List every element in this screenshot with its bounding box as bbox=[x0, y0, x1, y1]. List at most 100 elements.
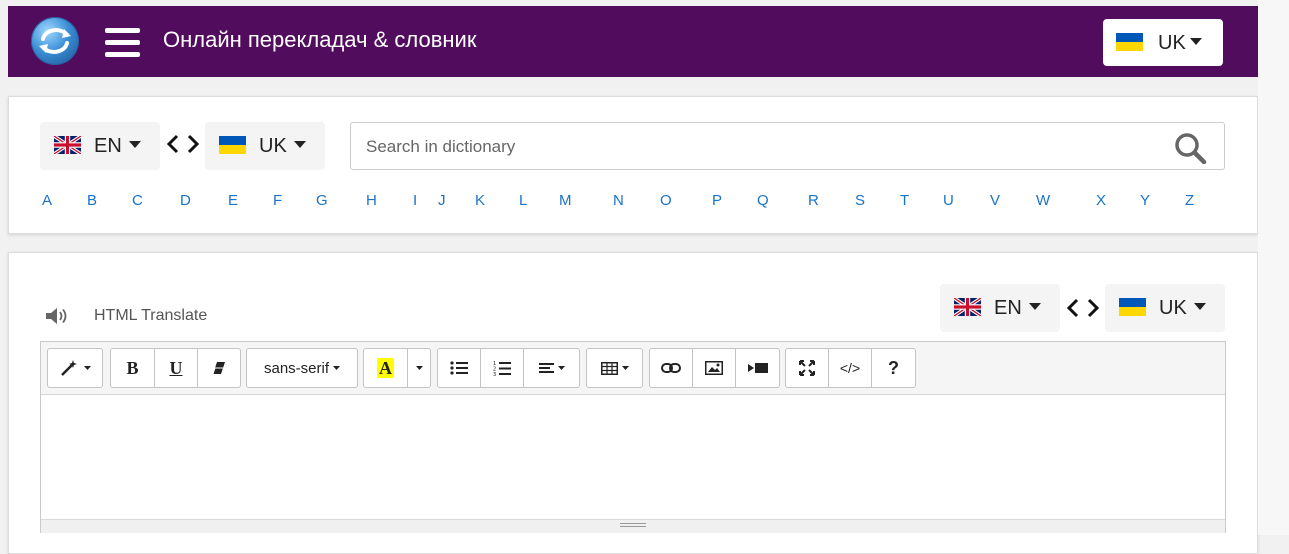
toolbar-group-color: A bbox=[363, 348, 431, 388]
insert-video-button[interactable] bbox=[736, 349, 779, 387]
alphabet-letter-link[interactable]: I bbox=[413, 192, 417, 209]
uk-flag-icon bbox=[54, 136, 81, 154]
alphabet-letter-link[interactable]: A bbox=[42, 192, 52, 209]
numbered-list-icon: 1 2 3 bbox=[493, 361, 511, 376]
alphabet-letter-link[interactable]: X bbox=[1096, 192, 1106, 209]
table-icon bbox=[600, 361, 618, 375]
caret-down-icon bbox=[294, 141, 306, 148]
speaker-icon[interactable] bbox=[45, 307, 71, 325]
alphabet-letter-link[interactable]: Z bbox=[1185, 192, 1194, 209]
alphabet-letter-link[interactable]: J bbox=[438, 192, 446, 209]
alphabet-letter-link[interactable]: E bbox=[228, 192, 238, 209]
alphabet-letter-link[interactable]: U bbox=[943, 192, 954, 209]
app-logo-icon[interactable] bbox=[31, 17, 79, 65]
alphabet-letter-link[interactable]: T bbox=[900, 192, 909, 209]
caret-down-icon bbox=[1194, 303, 1206, 310]
numbered-list-button[interactable]: 1 2 3 bbox=[481, 349, 524, 387]
toolbar-group-paragraph: 1 2 3 bbox=[437, 348, 580, 388]
alphabet-letter-link[interactable]: O bbox=[660, 192, 672, 209]
underline-button[interactable]: U bbox=[155, 349, 198, 387]
ukraine-flag-icon bbox=[1116, 33, 1143, 51]
source-language-selector[interactable]: EN bbox=[40, 122, 160, 170]
page-scrollbar-area bbox=[1258, 0, 1289, 535]
caret-down-icon bbox=[621, 365, 629, 370]
alphabet-letter-link[interactable]: P bbox=[712, 192, 722, 209]
alphabet-letter-link[interactable]: C bbox=[132, 192, 143, 209]
target-language-code: UK bbox=[259, 135, 287, 157]
alphabet-letter-link[interactable]: S bbox=[855, 192, 865, 209]
alphabet-letter-link[interactable]: K bbox=[475, 192, 485, 209]
alphabet-letter-link[interactable]: Q bbox=[757, 192, 769, 209]
alphabet-letter-link[interactable]: L bbox=[519, 192, 527, 209]
caret-down-icon bbox=[333, 365, 341, 370]
site-title: Онлайн перекладач & словник bbox=[163, 27, 477, 52]
highlight-color-dropdown[interactable] bbox=[408, 349, 430, 387]
code-view-button[interactable]: </> bbox=[829, 349, 872, 387]
alphabet-letter-link[interactable]: G bbox=[316, 192, 328, 209]
video-icon bbox=[747, 363, 768, 373]
alphabet-letter-link[interactable]: F bbox=[273, 192, 282, 209]
toolbar-group-table bbox=[586, 348, 643, 388]
paragraph-align-dropdown[interactable] bbox=[524, 349, 579, 387]
editor-source-language-code: EN bbox=[994, 297, 1022, 319]
toolbar-group-view: </> ? bbox=[785, 348, 916, 388]
alphabet-letter-link[interactable]: D bbox=[180, 192, 191, 209]
editor-toolbar: B U sans-serif A 1 2 3 </> ? bbox=[41, 342, 1225, 395]
alphabet-letter-link[interactable]: V bbox=[990, 192, 1000, 209]
clear-format-button[interactable] bbox=[198, 349, 240, 387]
highlight-color-button[interactable]: A bbox=[364, 349, 408, 387]
search-icon[interactable] bbox=[1174, 132, 1208, 164]
swap-languages-icon[interactable] bbox=[166, 132, 200, 163]
caret-down-icon bbox=[83, 365, 91, 370]
alphabet-letter-link[interactable]: R bbox=[808, 192, 819, 209]
source-language-code: EN bbox=[94, 135, 122, 157]
toolbar-group-format: B U bbox=[110, 348, 241, 388]
insert-image-button[interactable] bbox=[693, 349, 736, 387]
link-icon bbox=[661, 363, 681, 373]
caret-down-icon bbox=[1029, 303, 1041, 310]
top-header: Онлайн перекладач & словник UK bbox=[8, 6, 1258, 77]
fullscreen-icon bbox=[799, 360, 815, 376]
caret-down-icon bbox=[129, 141, 141, 148]
alphabet-index: A B C D E F G H I J K L M N O P Q R S T U V W X Y Z bbox=[9, 192, 1257, 212]
caret-down-icon bbox=[415, 365, 423, 370]
html-translate-label: HTML Translate bbox=[94, 307, 208, 324]
editor-resize-handle[interactable] bbox=[41, 519, 1225, 533]
hamburger-menu-icon[interactable] bbox=[105, 28, 140, 58]
bullet-list-button[interactable] bbox=[438, 349, 481, 387]
site-language-selector[interactable]: UK bbox=[1103, 19, 1223, 66]
alphabet-letter-link[interactable]: W bbox=[1036, 192, 1050, 209]
alphabet-letter-link[interactable]: M bbox=[559, 192, 572, 209]
font-family-value: sans-serif bbox=[263, 359, 330, 377]
insert-link-button[interactable] bbox=[650, 349, 693, 387]
bullet-list-icon bbox=[450, 361, 468, 375]
insert-table-dropdown[interactable] bbox=[587, 349, 642, 387]
ukraine-flag-icon bbox=[219, 136, 246, 154]
search-input[interactable] bbox=[364, 133, 1148, 161]
ukraine-flag-icon bbox=[1119, 298, 1146, 316]
image-icon bbox=[705, 361, 723, 375]
dictionary-search-box bbox=[350, 122, 1225, 170]
fullscreen-button[interactable] bbox=[786, 349, 829, 387]
html-translate-panel: HTML Translate EN UK B U sans-serif A 1 … bbox=[8, 252, 1258, 554]
target-language-selector[interactable]: UK bbox=[205, 122, 325, 170]
bold-button[interactable]: B bbox=[111, 349, 155, 387]
alphabet-letter-link[interactable]: Y bbox=[1140, 192, 1150, 209]
uk-flag-icon bbox=[954, 298, 981, 316]
toolbar-group-insert bbox=[649, 348, 780, 388]
editor-source-language-selector[interactable]: EN bbox=[940, 284, 1060, 332]
site-language-code: UK bbox=[1158, 32, 1186, 54]
editor-target-language-selector[interactable]: UK bbox=[1105, 284, 1225, 332]
editor-swap-languages-icon[interactable] bbox=[1066, 296, 1100, 327]
help-button[interactable]: ? bbox=[872, 349, 915, 387]
toolbar-group-font: sans-serif bbox=[246, 348, 358, 388]
font-family-dropdown[interactable]: sans-serif bbox=[247, 349, 357, 387]
svg-text:3: 3 bbox=[493, 372, 496, 376]
editor-target-language-code: UK bbox=[1159, 297, 1187, 319]
alphabet-letter-link[interactable]: B bbox=[87, 192, 97, 209]
style-button[interactable] bbox=[48, 349, 102, 387]
editor-content-area[interactable] bbox=[41, 395, 1225, 519]
alphabet-letter-link[interactable]: H bbox=[366, 192, 377, 209]
toolbar-group-style bbox=[47, 348, 103, 388]
alphabet-letter-link[interactable]: N bbox=[613, 192, 624, 209]
